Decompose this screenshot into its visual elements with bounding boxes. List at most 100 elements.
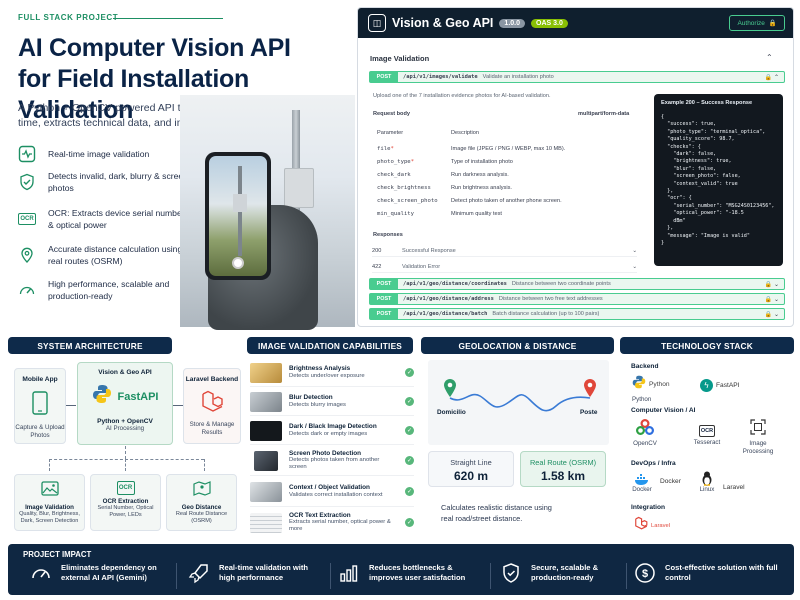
module-connector-mid: [125, 459, 126, 471]
impact-text: Eliminates dependency on external AI API…: [61, 563, 157, 582]
core-brand-row: FastAPI: [78, 384, 172, 409]
ocr-icon: OCR: [18, 213, 36, 225]
content-type-select[interactable]: multipart/form-data: [578, 111, 629, 117]
lock-chevron-icon[interactable]: 🔒 ⌄: [765, 311, 779, 318]
node-title: Vision & Geo API: [98, 369, 152, 376]
section-header-geo: GEOLOCATION & DISTANCE: [421, 337, 614, 354]
section-header-architecture: SYSTEM ARCHITECTURE: [8, 337, 172, 354]
method-badge: POST: [370, 72, 398, 82]
chevron-down-icon[interactable]: ⌄: [632, 248, 637, 254]
module-image-validation: Image Validation Quality, Blur, Brightne…: [14, 474, 85, 531]
lock-chevron-icon[interactable]: 🔒 ⌄: [765, 281, 779, 288]
authorize-label: Authorize: [737, 19, 765, 27]
capability-title: Screen Photo Detection: [289, 449, 362, 457]
swagger-topbar: ◫ Vision & Geo API 1.0.0 OAS 3.0 Authori…: [358, 8, 793, 38]
opencv-icon: [636, 419, 654, 435]
capability-desc: Detects dark or empty images: [289, 430, 368, 437]
endpoint-path: /api/v1/geo/distance/address: [403, 296, 494, 302]
feature-text: Detects invalid, dark, blurry & screen p…: [48, 171, 188, 193]
response-row[interactable]: 200 Successful Response ⌄: [372, 246, 637, 257]
capability-desc: Extracts serial number, optical power & …: [289, 519, 391, 533]
rocket-icon: [188, 562, 210, 584]
impact-text: Cost-effective solution with full contro…: [665, 563, 778, 582]
check-icon: ✓: [405, 456, 414, 465]
laravel-icon: [184, 389, 240, 413]
version-badge: 1.0.0: [499, 18, 525, 28]
endpoint-summary: Batch distance calculation (up to 100 pa…: [492, 311, 600, 317]
tech-item: Laravel: [720, 478, 745, 496]
check-icon: ✓: [405, 487, 414, 496]
capability-thumb: [250, 420, 282, 441]
module-desc: Serial Number, Optical Power, LEDs: [97, 505, 154, 518]
straight-distance-card: Straight Line 620 m: [428, 451, 514, 487]
tech-item: Linux: [699, 471, 715, 494]
core-desc: AI Processing: [105, 425, 145, 432]
capability-thumb: [254, 450, 278, 471]
origin-pin-icon: [443, 378, 457, 403]
ocr-icon-wrap: OCR: [91, 481, 160, 495]
capability-title: Brightness Analysis: [289, 365, 351, 373]
param-desc: Run darkness analysis.: [451, 172, 509, 178]
tech-group-devops: DevOps / Infra: [631, 460, 676, 467]
shield-check-icon: [18, 173, 36, 191]
python-icon: [92, 384, 112, 409]
impact-item: Eliminates dependency on external AI API…: [30, 562, 170, 584]
geo-note: Calculates realistic distance using real…: [441, 503, 552, 523]
image-processing-icon: [750, 419, 766, 435]
response-code: 422: [372, 264, 382, 270]
impact-divider: [176, 563, 177, 589]
impact-item: Reduces bottlenecks & improves user sati…: [338, 562, 478, 584]
module-title: Image Validation: [25, 504, 74, 511]
core-stack: Python + OpenCV: [97, 418, 153, 425]
endpoint-geo-batch[interactable]: POST /api/v1/geo/distance/batch Batch di…: [369, 308, 785, 320]
capability-title: Dark / Black Image Detection: [289, 423, 377, 431]
capability-desc: Detects blurry images: [289, 401, 346, 408]
image-icon: [15, 481, 84, 496]
module-connector-stem: [125, 446, 126, 459]
endpoint-validate[interactable]: POST /api/v1/images/validate Validate an…: [369, 71, 785, 83]
endpoint-geo-address[interactable]: POST /api/v1/geo/distance/address Distan…: [369, 293, 785, 305]
param-name: photo_type*: [377, 159, 415, 165]
feature-text: High performance, scalable and productio…: [48, 279, 170, 301]
section-header-capabilities: IMAGE VALIDATION CAPABILITIES: [247, 337, 413, 354]
param-desc: Image file (JPEG / PNG / WEBP, max 10 MB…: [451, 146, 566, 152]
impact-item: Secure, scalable & production-ready: [500, 562, 620, 584]
example-title: Example 200 – Success Response: [661, 100, 753, 106]
stat-value: 1.58 km: [540, 469, 586, 483]
stat-label: Straight Line: [450, 458, 492, 467]
endpoint-summary: Validate an installation photo: [482, 74, 554, 80]
lock-chevron-icon[interactable]: 🔒 ⌄: [765, 296, 779, 303]
shutter-button: [232, 257, 244, 269]
feature-item: Real-time image validation: [18, 145, 188, 163]
capability-title: Context / Object Validation: [289, 484, 370, 492]
capability-title: OCR Text Extraction: [289, 511, 351, 519]
method-badge: POST: [370, 279, 398, 289]
kicker-underline: [113, 18, 223, 19]
tech-name: Laravel: [723, 483, 745, 491]
param-photo-type: photo_type: [377, 159, 411, 165]
module-connector: [49, 459, 204, 460]
tech-name: Image Processing: [742, 440, 774, 455]
responses-label: Responses: [373, 232, 403, 238]
endpoint-summary: Distance between two free text addresses: [498, 296, 603, 302]
capability-title: Blur Detection: [289, 394, 333, 402]
response-row[interactable]: 422 Validation Error ⌄: [372, 262, 637, 273]
chevron-down-icon[interactable]: ⌄: [632, 264, 637, 270]
chevron-up-icon[interactable]: ⌃: [766, 53, 773, 62]
ocr-icon: OCR: [116, 481, 135, 495]
endpoint-geo-coordinates[interactable]: POST /api/v1/geo/distance/coordinates Di…: [369, 278, 785, 290]
phone-screen: [209, 156, 267, 276]
lock-chevron-icon[interactable]: 🔒 ⌃: [765, 74, 779, 81]
module-title: OCR Extraction: [102, 498, 149, 505]
linux-icon: [701, 471, 713, 486]
impact-divider: [330, 563, 331, 589]
authorize-button[interactable]: Authorize 🔒: [729, 15, 785, 31]
tech-name: Laravel: [651, 522, 671, 529]
smartphone-icon: [15, 391, 65, 415]
endpoint-path: /api/v1/geo/distance/coordinates: [403, 281, 507, 287]
laravel-icon: [634, 516, 648, 535]
module-desc: Real Route Distance (OSRM): [175, 511, 228, 524]
stat-label: Real Route (OSRM): [529, 458, 597, 467]
destination-pin-icon: [583, 378, 597, 403]
capability-thumb: [250, 512, 282, 533]
